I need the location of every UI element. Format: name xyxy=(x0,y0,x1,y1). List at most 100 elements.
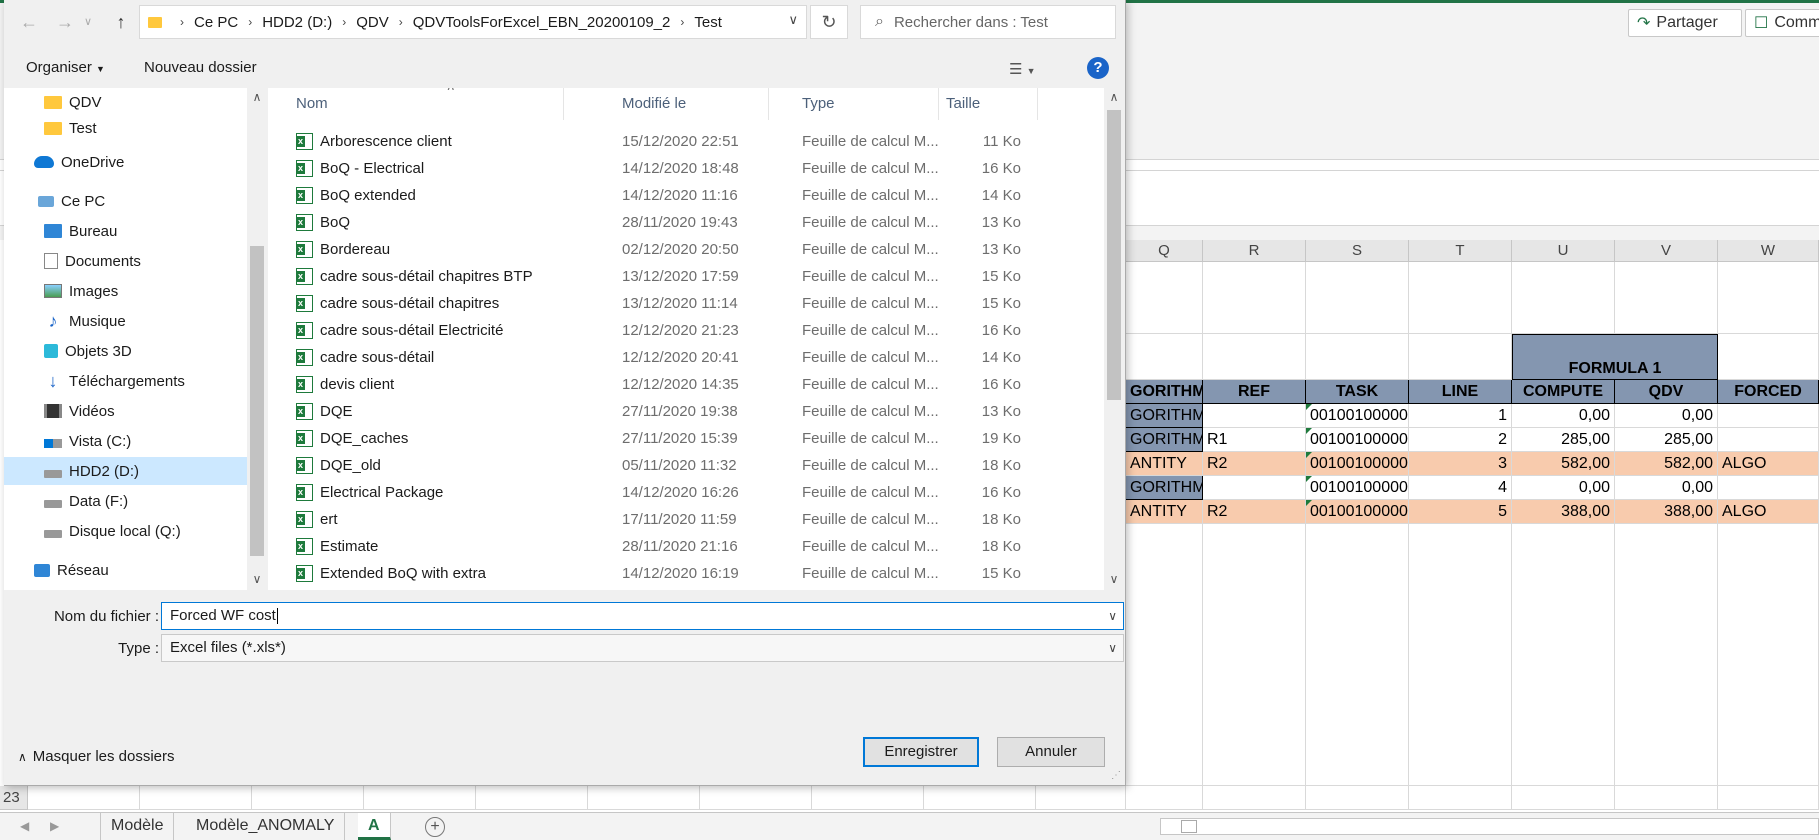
search-input[interactable]: ⌕ Rechercher dans : Test xyxy=(860,5,1116,39)
grid-cell[interactable] xyxy=(1512,262,1615,334)
grid-cell[interactable] xyxy=(28,786,140,810)
table-cell-line[interactable]: 5 xyxy=(1409,500,1512,524)
nav-item-videos[interactable]: Vidéos xyxy=(4,397,247,425)
grid-cell[interactable] xyxy=(364,786,476,810)
file-row[interactable]: cadre sous-détail chapitres 13/12/2020 1… xyxy=(268,290,1104,317)
file-row[interactable]: BoQ extended 14/12/2020 11:16 Feuille de… xyxy=(268,182,1104,209)
grid-cell[interactable] xyxy=(1203,786,1306,810)
add-sheet-icon[interactable]: + xyxy=(425,817,445,837)
table-cell-compute[interactable]: 285,00 xyxy=(1512,428,1615,452)
grid-cell[interactable] xyxy=(1126,262,1203,334)
nav-item-data[interactable]: Data (F:) xyxy=(4,487,247,515)
table-cell-algorithm[interactable]: GORITHM 1 xyxy=(1126,404,1203,428)
grid-cell[interactable] xyxy=(1306,334,1409,380)
grid-cell[interactable] xyxy=(1036,786,1126,810)
table-header-line[interactable]: LINE xyxy=(1409,380,1512,404)
nav-item-musique[interactable]: ♪ Musique xyxy=(4,307,247,335)
grid-cell[interactable] xyxy=(1203,334,1306,380)
table-cell-line[interactable]: 3 xyxy=(1409,452,1512,476)
nav-item-objets-3d[interactable]: Objets 3D xyxy=(4,337,247,365)
grid-cell[interactable] xyxy=(476,786,588,810)
table-cell-forced[interactable] xyxy=(1718,404,1819,428)
file-list-scrollbar[interactable]: ∧ ∨ xyxy=(1104,88,1124,590)
navigation-scrollbar[interactable]: ∧ ∨ xyxy=(247,88,267,590)
type-dropdown-icon[interactable]: ∨ xyxy=(1108,635,1117,661)
nav-item-hdd2[interactable]: HDD2 (D:) xyxy=(4,457,247,485)
breadcrumb-qdv[interactable]: QDV xyxy=(356,14,389,31)
table-cell-ref[interactable] xyxy=(1203,404,1306,428)
table-cell-task[interactable]: 00100100000 xyxy=(1306,500,1409,524)
table-cell-forced[interactable] xyxy=(1718,476,1819,500)
up-arrow-icon[interactable]: ↑ xyxy=(110,10,132,34)
file-row[interactable]: Extended BoQ with extra 14/12/2020 16:19… xyxy=(268,560,1104,587)
table-cell-compute[interactable]: 0,00 xyxy=(1512,476,1615,500)
grid-cell[interactable] xyxy=(1409,262,1512,334)
save-button[interactable]: Enregistrer xyxy=(863,737,979,767)
table-header-compute[interactable]: COMPUTE xyxy=(1512,380,1615,404)
table-header-ref[interactable]: REF xyxy=(1203,380,1306,404)
breadcrumb-separator-icon[interactable]: › xyxy=(248,15,252,29)
nav-item-reseau[interactable]: Réseau xyxy=(4,556,247,584)
nav-item-test[interactable]: Test xyxy=(4,114,247,142)
table-header-algorithm[interactable]: GORITHM xyxy=(1126,380,1203,404)
nav-item-images[interactable]: Images xyxy=(4,277,247,305)
grid-cell[interactable] xyxy=(1718,334,1819,380)
table-cell-forced[interactable]: ALGO xyxy=(1718,452,1819,476)
horizontal-scrollbar[interactable] xyxy=(1160,818,1819,835)
table-cell-task[interactable]: 00100100000 xyxy=(1306,452,1409,476)
formula-group-header[interactable]: FORMULA 1 xyxy=(1512,334,1718,380)
nav-item-documents[interactable]: Documents xyxy=(4,247,247,275)
table-cell-algorithm[interactable]: ANTITY xyxy=(1126,452,1203,476)
organize-button[interactable]: Organiser ▼ xyxy=(26,59,105,76)
table-cell-algorithm[interactable]: GORITHM 1 xyxy=(1126,428,1203,452)
breadcrumb-separator-icon[interactable]: › xyxy=(342,15,346,29)
breadcrumb-ce-pc[interactable]: Ce PC xyxy=(194,14,238,31)
scroll-up-icon[interactable]: ∧ xyxy=(1107,90,1121,104)
breadcrumb-test[interactable]: Test xyxy=(694,14,722,31)
nav-item-onedrive[interactable]: OneDrive xyxy=(4,148,247,176)
file-row[interactable]: BoQ 28/11/2020 19:43 Feuille de calcul M… xyxy=(268,209,1104,236)
file-row[interactable]: ert 17/11/2020 11:59 Feuille de calcul M… xyxy=(268,506,1104,533)
table-cell-compute[interactable]: 388,00 xyxy=(1512,500,1615,524)
file-type-select[interactable]: Excel files (*.xls*) ∨ xyxy=(161,634,1124,662)
breadcrumb-separator-icon[interactable]: › xyxy=(180,15,184,29)
table-cell-line[interactable]: 2 xyxy=(1409,428,1512,452)
breadcrumb-separator-icon[interactable]: › xyxy=(680,15,684,29)
table-cell-algorithm[interactable]: GORITHM 1 xyxy=(1126,476,1203,500)
back-arrow-icon[interactable]: ← xyxy=(18,10,40,34)
share-button[interactable]: ↷ Partager xyxy=(1628,9,1742,37)
file-row[interactable]: DQE_old 05/11/2020 11:32 Feuille de calc… xyxy=(268,452,1104,479)
scroll-down-icon[interactable]: ∨ xyxy=(1107,572,1121,586)
table-header-task[interactable]: TASK xyxy=(1306,380,1409,404)
grid-cell[interactable] xyxy=(1203,524,1306,786)
filename-dropdown-icon[interactable]: ∨ xyxy=(1108,603,1117,629)
table-cell-line[interactable]: 1 xyxy=(1409,404,1512,428)
new-folder-button[interactable]: Nouveau dossier xyxy=(144,59,257,76)
grid-cell[interactable] xyxy=(812,786,924,810)
file-row[interactable]: cadre sous-détail chapitres BTP 13/12/20… xyxy=(268,263,1104,290)
nav-item-bureau[interactable]: Bureau xyxy=(4,217,247,245)
tab-next-icon[interactable]: ▶ xyxy=(50,819,59,833)
address-dropdown-icon[interactable]: ∨ xyxy=(788,12,798,28)
grid-cell[interactable] xyxy=(252,786,364,810)
grid-cell[interactable] xyxy=(1615,524,1718,786)
nav-item-ce-pc[interactable]: Ce PC xyxy=(4,187,247,215)
breadcrumb-hdd2[interactable]: HDD2 (D:) xyxy=(262,14,332,31)
grid-cell[interactable] xyxy=(588,786,700,810)
nav-item-telechargements[interactable]: ↓ Téléchargements xyxy=(4,367,247,395)
column-header-v[interactable]: V xyxy=(1615,240,1718,262)
table-cell-qdv[interactable]: 388,00 xyxy=(1615,500,1718,524)
scroll-down-icon[interactable]: ∨ xyxy=(250,572,264,586)
column-header-r[interactable]: R xyxy=(1203,240,1306,262)
column-header-u[interactable]: U xyxy=(1512,240,1615,262)
grid-cell[interactable] xyxy=(924,786,1036,810)
table-cell-forced[interactable] xyxy=(1718,428,1819,452)
file-row[interactable]: Bordereau 02/12/2020 20:50 Feuille de ca… xyxy=(268,236,1104,263)
column-header-s[interactable]: S xyxy=(1306,240,1409,262)
recent-chevron-icon[interactable]: ∨ xyxy=(77,10,99,34)
breadcrumb-separator-icon[interactable]: › xyxy=(399,15,403,29)
column-header-t[interactable]: T xyxy=(1409,240,1512,262)
help-icon[interactable]: ? xyxy=(1087,57,1109,79)
grid-cell[interactable] xyxy=(1512,524,1615,786)
file-row[interactable]: Arborescence client 15/12/2020 22:51 Feu… xyxy=(268,128,1104,155)
